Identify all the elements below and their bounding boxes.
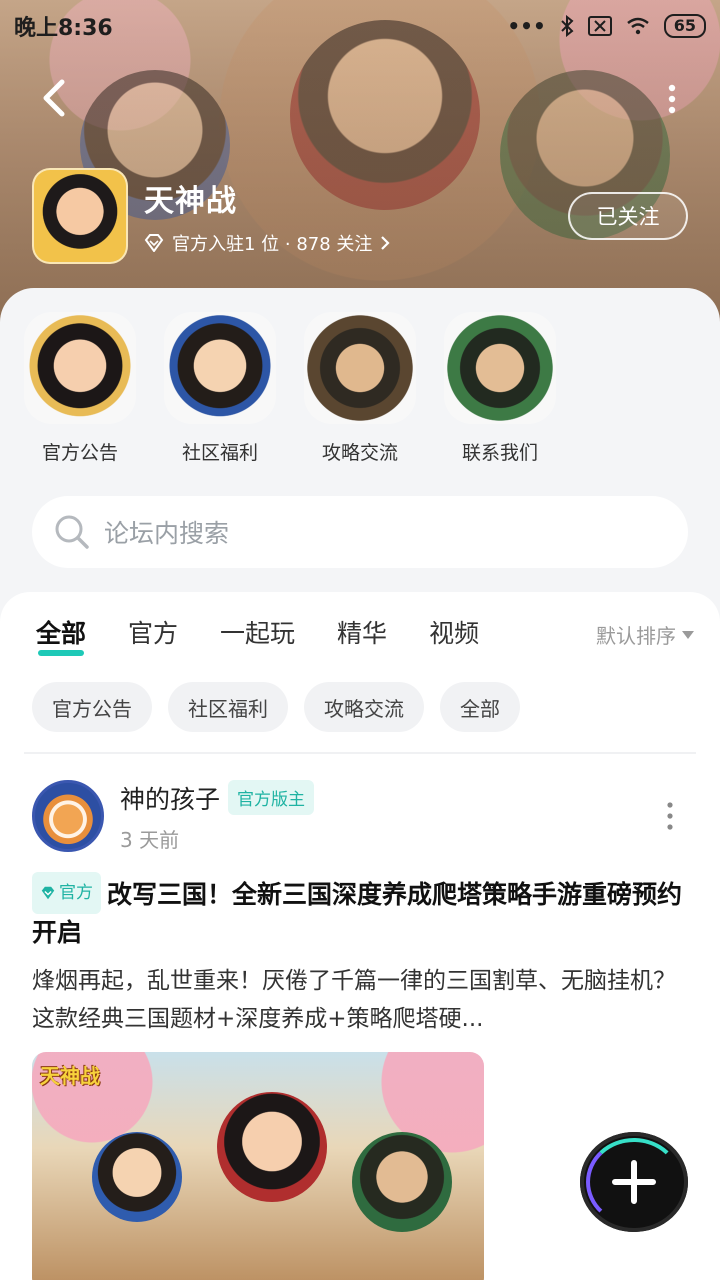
tab-play-together[interactable]: 一起玩 [220, 614, 295, 656]
quick-link-guides[interactable]: 攻略交流 [304, 312, 416, 465]
feed-tabs: 全部 官方 一起玩 精华 视频 [36, 614, 521, 656]
follow-button[interactable]: 已关注 [568, 192, 688, 240]
quick-link-welfare[interactable]: 社区福利 [164, 312, 276, 465]
game-title: 天神战 [144, 184, 237, 219]
sort-label: 默认排序 [596, 624, 676, 648]
announcements-image [24, 312, 136, 424]
signal-dots: ••• [507, 14, 546, 38]
diamond-icon [144, 234, 164, 252]
image-character-center [217, 1092, 327, 1202]
guides-image [304, 312, 416, 424]
create-post-button[interactable] [580, 1132, 688, 1232]
game-icon[interactable] [32, 168, 128, 264]
game-info-row: 天神战 官方入驻1 位 · 878 关注 已关注 [32, 168, 688, 264]
tab-featured[interactable]: 精华 [337, 614, 387, 656]
image-character-right [352, 1132, 452, 1232]
image-character-left [92, 1132, 182, 1222]
official-badge: 官方 [32, 872, 101, 914]
wifi-icon [626, 17, 649, 35]
post-body[interactable]: 烽烟再起，乱世重来！厌倦了千篇一律的三国割草、无脑挂机？这款经典三国题材+深度养… [32, 962, 688, 1038]
sim-icon [587, 16, 612, 36]
image-game-logo: 天神战 [40, 1064, 100, 1088]
quick-links: 官方公告 社区福利 攻略交流 联系我们 [24, 312, 556, 465]
search-placeholder: 论坛内搜索 [104, 519, 230, 548]
post-title-text: 改写三国！全新三国深度养成爬塔策略手游重磅预约开启 [32, 880, 683, 947]
status-bar: 晚上8:36 ••• 65 [0, 0, 720, 52]
post-more-icon[interactable] [664, 801, 676, 831]
chip-all[interactable]: 全部 [440, 682, 520, 732]
bluetooth-icon [561, 15, 574, 37]
tab-video[interactable]: 视频 [429, 614, 479, 656]
search-icon [55, 515, 89, 549]
chip-announcements[interactable]: 官方公告 [32, 682, 152, 732]
battery-indicator: 65 [663, 14, 706, 38]
plus-icon [612, 1160, 656, 1204]
post-author-row: 神的孩子 官方版主 3 天前 [32, 780, 688, 852]
welfare-image [164, 312, 276, 424]
avatar[interactable] [32, 780, 104, 852]
caret-down-icon [682, 630, 694, 639]
divider [24, 752, 696, 754]
chevron-right-icon [381, 236, 390, 250]
chip-guides[interactable]: 攻略交流 [304, 682, 424, 732]
tab-all[interactable]: 全部 [36, 614, 86, 656]
search-input[interactable]: 论坛内搜索 [32, 496, 688, 568]
more-options-icon[interactable] [664, 84, 680, 114]
role-badge: 官方版主 [228, 780, 315, 815]
author-name[interactable]: 神的孩子 [120, 780, 220, 816]
quick-link-contact[interactable]: 联系我们 [444, 312, 556, 465]
game-meta[interactable]: 官方入驻1 位 · 878 关注 [144, 230, 390, 256]
post-title[interactable]: 官方 改写三国！全新三国深度养成爬塔策略手游重磅预约开启 [32, 872, 688, 952]
post-time: 3 天前 [120, 827, 180, 852]
post-image[interactable]: 天神战 [32, 1052, 484, 1280]
quick-link-announcements[interactable]: 官方公告 [24, 312, 136, 465]
sort-dropdown[interactable]: 默认排序 [596, 620, 694, 649]
status-time: 晚上8:36 [14, 16, 113, 41]
back-icon[interactable] [34, 76, 74, 120]
official-followers-text: 官方入驻1 位 · 878 关注 [172, 234, 373, 255]
chip-welfare[interactable]: 社区福利 [168, 682, 288, 732]
filter-chips: 官方公告 社区福利 攻略交流 全部 [32, 682, 520, 732]
main-panel: 官方公告 社区福利 攻略交流 联系我们 论坛内搜索 全部 官方 一起玩 精华 视… [0, 288, 720, 1280]
diamond-icon [41, 886, 55, 900]
tab-official[interactable]: 官方 [128, 614, 178, 656]
contact-image [444, 312, 556, 424]
